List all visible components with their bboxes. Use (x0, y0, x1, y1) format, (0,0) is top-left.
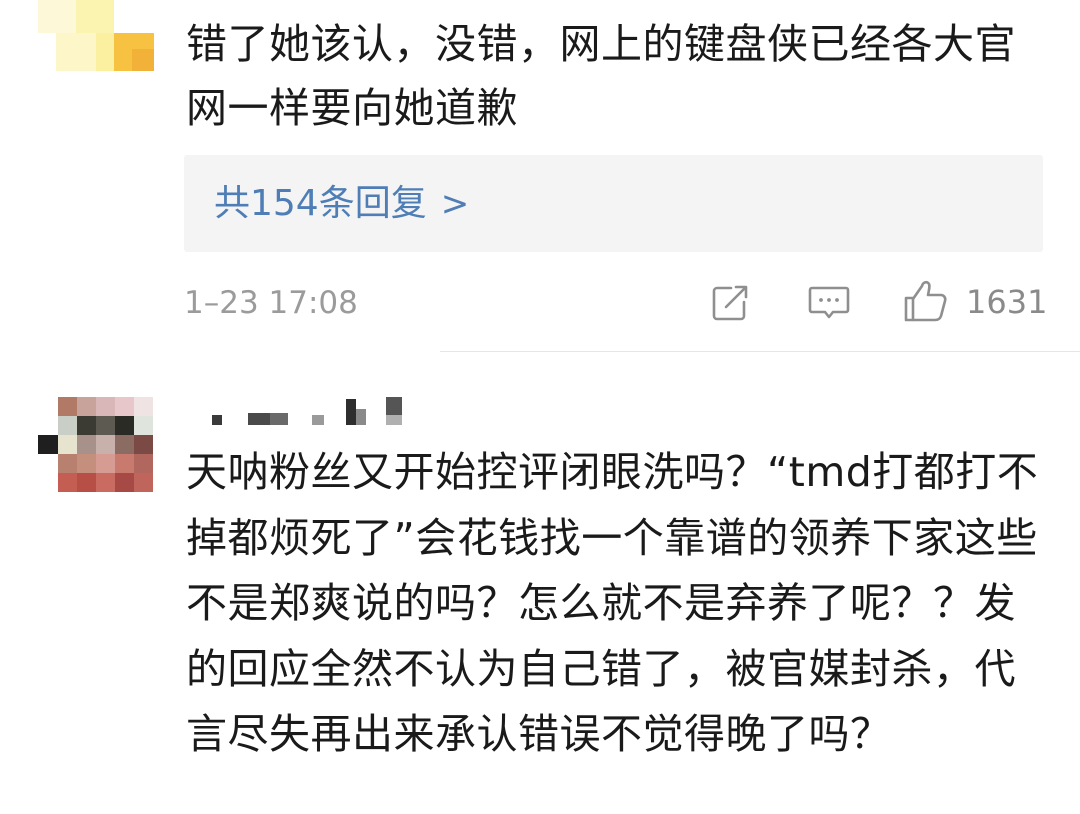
thumbs-up-icon[interactable] (902, 278, 950, 324)
avatar-pixelated[interactable] (38, 397, 154, 493)
replies-count-label: 共154条回复 (214, 183, 427, 224)
comment-timestamp: 1–23 17:08 (184, 285, 358, 321)
comment-feed: 错了她该认，没错，网上的键盘侠已经各大官网一样要向她道歉 共154条回复 > 1–… (0, 0, 1080, 814)
comment-divider (440, 351, 1080, 352)
replies-panel[interactable]: 共154条回复 > (184, 155, 1043, 252)
avatar-pixelated[interactable] (38, 0, 154, 71)
username-pixelated[interactable] (212, 397, 412, 427)
share-edit-icon[interactable] (709, 282, 751, 324)
comment-text: 错了她该认，没错，网上的键盘侠已经各大官网一样要向她道歉 (186, 20, 1016, 132)
like-count: 1631 (966, 283, 1048, 321)
comment-bubble-icon[interactable] (807, 282, 851, 324)
view-replies-link[interactable]: 共154条回复 > (214, 182, 469, 226)
chevron-right-icon: > (440, 184, 470, 224)
comment-meta: 1–23 17:08 1631 (184, 278, 1048, 328)
comment-text: 天呐粉丝又开始控评闭眼洗吗？“tmd打都打不掉都烦死了”会花钱找一个靠谱的领养下… (186, 448, 1039, 758)
